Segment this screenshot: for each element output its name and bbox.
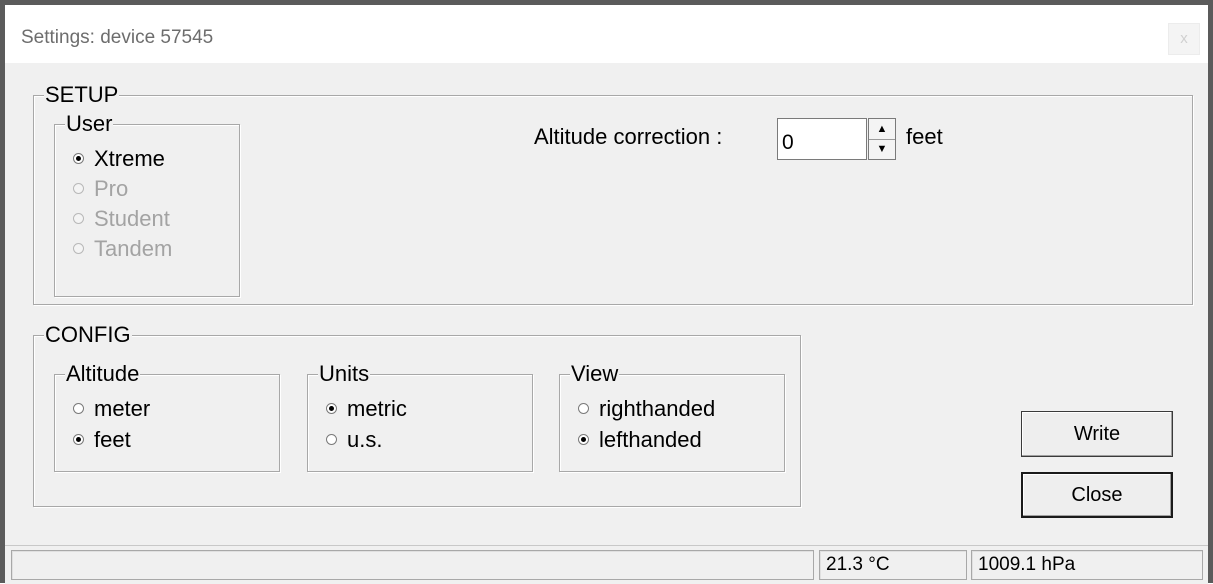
radio-label: metric: [347, 396, 407, 421]
view-legend: View: [570, 361, 620, 387]
altitude-unit-group: Altitude meter feet: [54, 361, 280, 472]
settings-window: Settings: device 57545 x SETUP User Xtre…: [0, 0, 1213, 584]
radio-unchecked-icon: [578, 402, 589, 414]
radio-label: lefthanded: [599, 427, 702, 452]
status-bar: 21.3 °C 1009.1 hPa: [5, 545, 1208, 584]
radio-checked-icon: [73, 433, 84, 445]
altitude-correction-unit: feet: [906, 124, 943, 149]
title-bar: Settings: device 57545 x: [5, 5, 1208, 63]
radio-units-us[interactable]: u.s.: [326, 426, 382, 454]
radio-view-righthanded[interactable]: righthanded: [578, 395, 715, 423]
setup-group: SETUP User Xtreme Pro Student Tandem Alt…: [33, 82, 1193, 305]
radio-label: Tandem: [94, 236, 173, 261]
altitude-legend: Altitude: [65, 361, 141, 387]
radio-checked-icon: [578, 433, 589, 445]
radio-unchecked-icon: [73, 402, 84, 414]
view-group: View righthanded lefthanded: [559, 361, 785, 472]
altitude-correction-label: Altitude correction :: [534, 124, 723, 149]
radio-units-metric[interactable]: metric: [326, 395, 407, 423]
units-group: Units metric u.s.: [307, 361, 533, 472]
altitude-correction-spinner[interactable]: ▲ ▼: [868, 118, 896, 160]
radio-label: meter: [94, 396, 151, 421]
radio-altitude-meter[interactable]: meter: [73, 395, 150, 423]
user-legend: User: [65, 111, 114, 137]
radio-unchecked-icon: [326, 433, 337, 445]
radio-unchecked-icon: [73, 212, 84, 224]
close-button[interactable]: Close: [1021, 472, 1173, 518]
radio-unchecked-icon: [73, 242, 84, 254]
radio-label: Student: [94, 206, 170, 231]
radio-unchecked-icon: [73, 182, 84, 194]
close-window-icon[interactable]: x: [1168, 23, 1200, 55]
status-pressure: 1009.1 hPa: [971, 550, 1203, 580]
radio-user-xtreme[interactable]: Xtreme: [73, 145, 165, 173]
radio-label: righthanded: [599, 396, 716, 421]
radio-checked-icon: [326, 402, 337, 414]
radio-altitude-feet[interactable]: feet: [73, 426, 131, 454]
radio-label: Xtreme: [94, 146, 165, 171]
radio-label: Pro: [94, 176, 129, 201]
radio-user-tandem: Tandem: [73, 235, 172, 263]
radio-user-student: Student: [73, 205, 170, 233]
units-legend: Units: [318, 361, 371, 387]
write-button[interactable]: Write: [1021, 411, 1173, 457]
setup-legend: SETUP: [44, 82, 120, 108]
user-group: User Xtreme Pro Student Tandem: [54, 111, 240, 297]
config-legend: CONFIG: [44, 322, 132, 348]
window-title: Settings: device 57545: [21, 27, 214, 48]
config-group: CONFIG Altitude meter feet Units metric …: [33, 322, 801, 507]
status-pane-main: [11, 550, 814, 580]
spin-down-icon[interactable]: ▼: [869, 139, 895, 159]
status-temperature: 21.3 °C: [819, 550, 967, 580]
radio-view-lefthanded[interactable]: lefthanded: [578, 426, 702, 454]
altitude-correction-input[interactable]: [777, 118, 867, 160]
spin-up-icon[interactable]: ▲: [869, 119, 895, 140]
radio-label: feet: [94, 427, 131, 452]
radio-label: u.s.: [347, 427, 383, 452]
radio-user-pro: Pro: [73, 175, 128, 203]
radio-checked-icon: [73, 152, 84, 164]
